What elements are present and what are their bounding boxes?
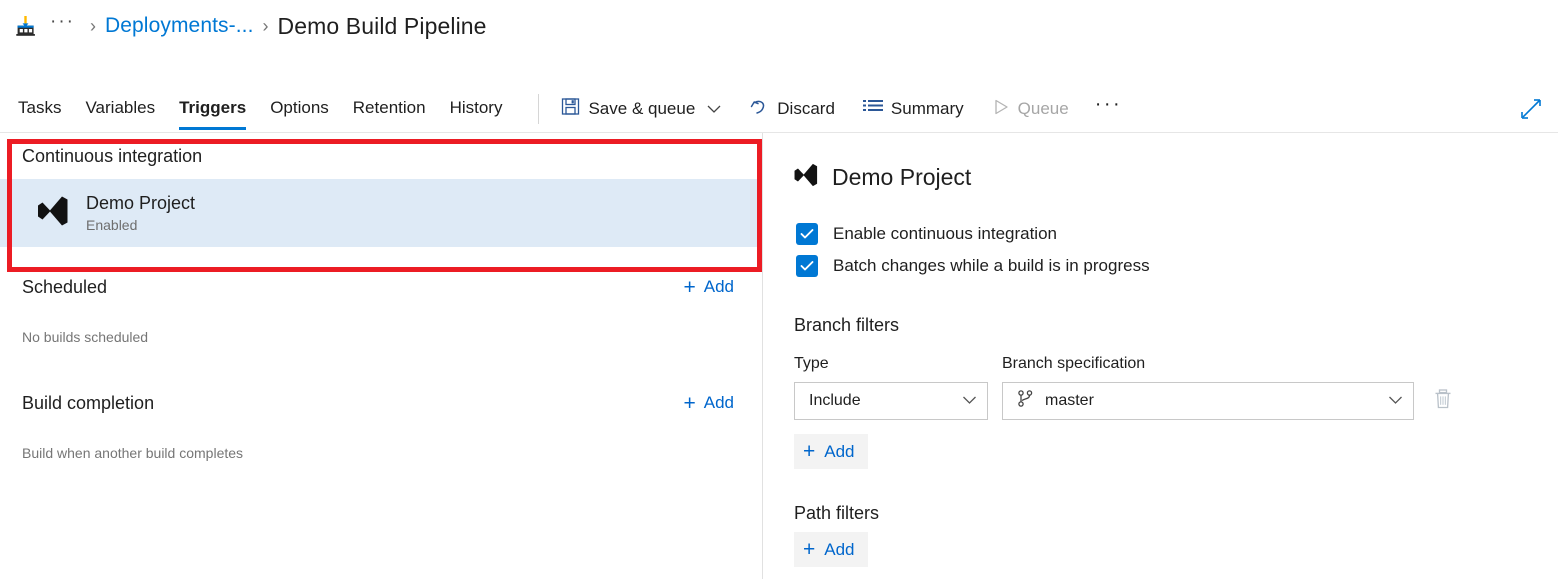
type-select-value: Include (809, 392, 861, 409)
continuous-integration-section-header: Continuous integration (0, 133, 762, 179)
summary-list-icon (862, 99, 883, 120)
branch-filter-add-label: Add (824, 441, 855, 461)
build-completion-title: Build completion (22, 392, 155, 413)
branch-filter-row: Type Include Branch specification master (763, 355, 1558, 420)
breadcrumb-project-link[interactable]: Deployments-... (105, 14, 254, 38)
tab-tasks[interactable]: Tasks (18, 87, 61, 131)
details-title: Demo Project (832, 164, 972, 190)
breadcrumb: ··· › Deployments-... › Demo Build Pipel… (0, 0, 1558, 52)
ci-trigger-row-demo-project[interactable]: Demo Project Enabled (0, 179, 762, 247)
queue-label: Queue (1017, 99, 1069, 118)
tab-options[interactable]: Options (270, 87, 329, 131)
tab-triggers[interactable]: Triggers (179, 87, 247, 131)
summary-button[interactable]: Summary (861, 91, 966, 127)
ci-trigger-texts: Demo Project Enabled (86, 193, 195, 233)
build-factory-icon[interactable] (12, 12, 40, 40)
tab-options-label: Options (270, 98, 329, 117)
scheduled-add-button[interactable]: + Add (675, 273, 742, 302)
breadcrumb-separator-2: › (262, 15, 269, 36)
build-completion-add-label: Add (703, 393, 734, 412)
git-branch-icon (1017, 389, 1034, 413)
toolbar: Tasks Variables Triggers Options Retenti… (0, 85, 1558, 133)
tab-history[interactable]: History (450, 87, 503, 131)
tab-variables[interactable]: Variables (85, 87, 155, 131)
type-label: Type (794, 355, 829, 372)
breadcrumb-separator-1: › (89, 15, 96, 36)
branch-specification-label: Branch specification (1002, 355, 1146, 372)
tab-triggers-label: Triggers (179, 98, 247, 117)
build-completion-add-button[interactable]: + Add (675, 389, 742, 418)
batch-changes-label: Batch changes while a build is in progre… (833, 256, 1150, 275)
chevron-down-icon[interactable] (707, 99, 721, 119)
discard-button[interactable]: Discard (747, 91, 837, 127)
build-pipeline-triggers-page: ··· › Deployments-... › Demo Build Pipel… (0, 0, 1558, 579)
build-completion-section-header: Build completion + Add (0, 377, 762, 429)
save-icon (561, 97, 580, 121)
type-field: Type Include (794, 355, 988, 420)
plus-icon: + (803, 538, 816, 561)
triggers-list-panel: Continuous integration Demo Project Enab… (0, 133, 762, 579)
branch-specification-field: Branch specification master (1002, 355, 1414, 420)
expand-view-button[interactable] (1518, 96, 1544, 122)
batch-changes-checkbox-row[interactable]: Batch changes while a build is in progre… (763, 255, 1558, 277)
tab-variables-label: Variables (85, 98, 156, 117)
enable-ci-checkbox-row[interactable]: Enable continuous integration (763, 223, 1558, 245)
play-icon (992, 98, 1010, 121)
plus-icon: + (803, 440, 816, 463)
type-select[interactable]: Include (794, 382, 988, 420)
path-filter-add-button[interactable]: + Add (794, 532, 868, 567)
page-title: Demo Build Pipeline (277, 12, 487, 39)
ci-trigger-status: Enabled (86, 217, 138, 233)
build-completion-empty-text: Build when another build completes (22, 445, 244, 461)
scheduled-empty-text: No builds scheduled (22, 329, 149, 345)
enable-ci-label: Enable continuous integration (833, 224, 1057, 243)
tab-retention-label: Retention (352, 98, 426, 117)
trigger-details-panel: Demo Project Enable continuous integrati… (763, 133, 1558, 579)
toolbar-overflow-button[interactable]: ··· (1095, 94, 1122, 118)
branch-specification-value-wrap: master (1017, 389, 1388, 413)
continuous-integration-title: Continuous integration (22, 145, 203, 166)
scheduled-title: Scheduled (22, 276, 108, 297)
save-and-queue-button[interactable]: Save & queue (559, 91, 723, 127)
delete-branch-filter-button[interactable] (1428, 382, 1458, 420)
scheduled-section-header: Scheduled + Add (0, 261, 762, 313)
plus-icon: + (683, 391, 696, 415)
branch-filter-add-button[interactable]: + Add (794, 434, 868, 469)
visual-studio-icon (36, 194, 70, 233)
chevron-down-icon (1388, 392, 1403, 410)
discard-label: Discard (777, 99, 835, 118)
path-filters-title: Path filters (794, 503, 880, 523)
branch-specification-value: master (1045, 392, 1094, 409)
plus-icon: + (683, 275, 696, 299)
chevron-down-icon (962, 392, 977, 410)
save-and-queue-label: Save & queue (588, 99, 696, 118)
breadcrumb-overflow[interactable]: ··· (40, 12, 81, 35)
batch-changes-checkbox[interactable] (796, 255, 818, 277)
undo-icon (749, 97, 769, 122)
details-title-row: Demo Project (763, 133, 1558, 193)
queue-button: Queue (990, 91, 1071, 127)
enable-ci-checkbox[interactable] (796, 223, 818, 245)
path-filter-add-label: Add (824, 539, 855, 559)
trash-icon (1433, 388, 1453, 415)
scheduled-add-label: Add (703, 277, 734, 296)
tab-retention[interactable]: Retention (353, 87, 426, 131)
toolbar-divider (538, 94, 540, 124)
tab-history-label: History (449, 98, 503, 117)
tab-tasks-label: Tasks (18, 98, 62, 117)
branch-filters-title: Branch filters (794, 315, 900, 335)
visual-studio-icon (793, 162, 819, 193)
branch-specification-select[interactable]: master (1002, 382, 1414, 420)
ci-trigger-name: Demo Project (86, 193, 196, 213)
summary-label: Summary (890, 99, 964, 118)
